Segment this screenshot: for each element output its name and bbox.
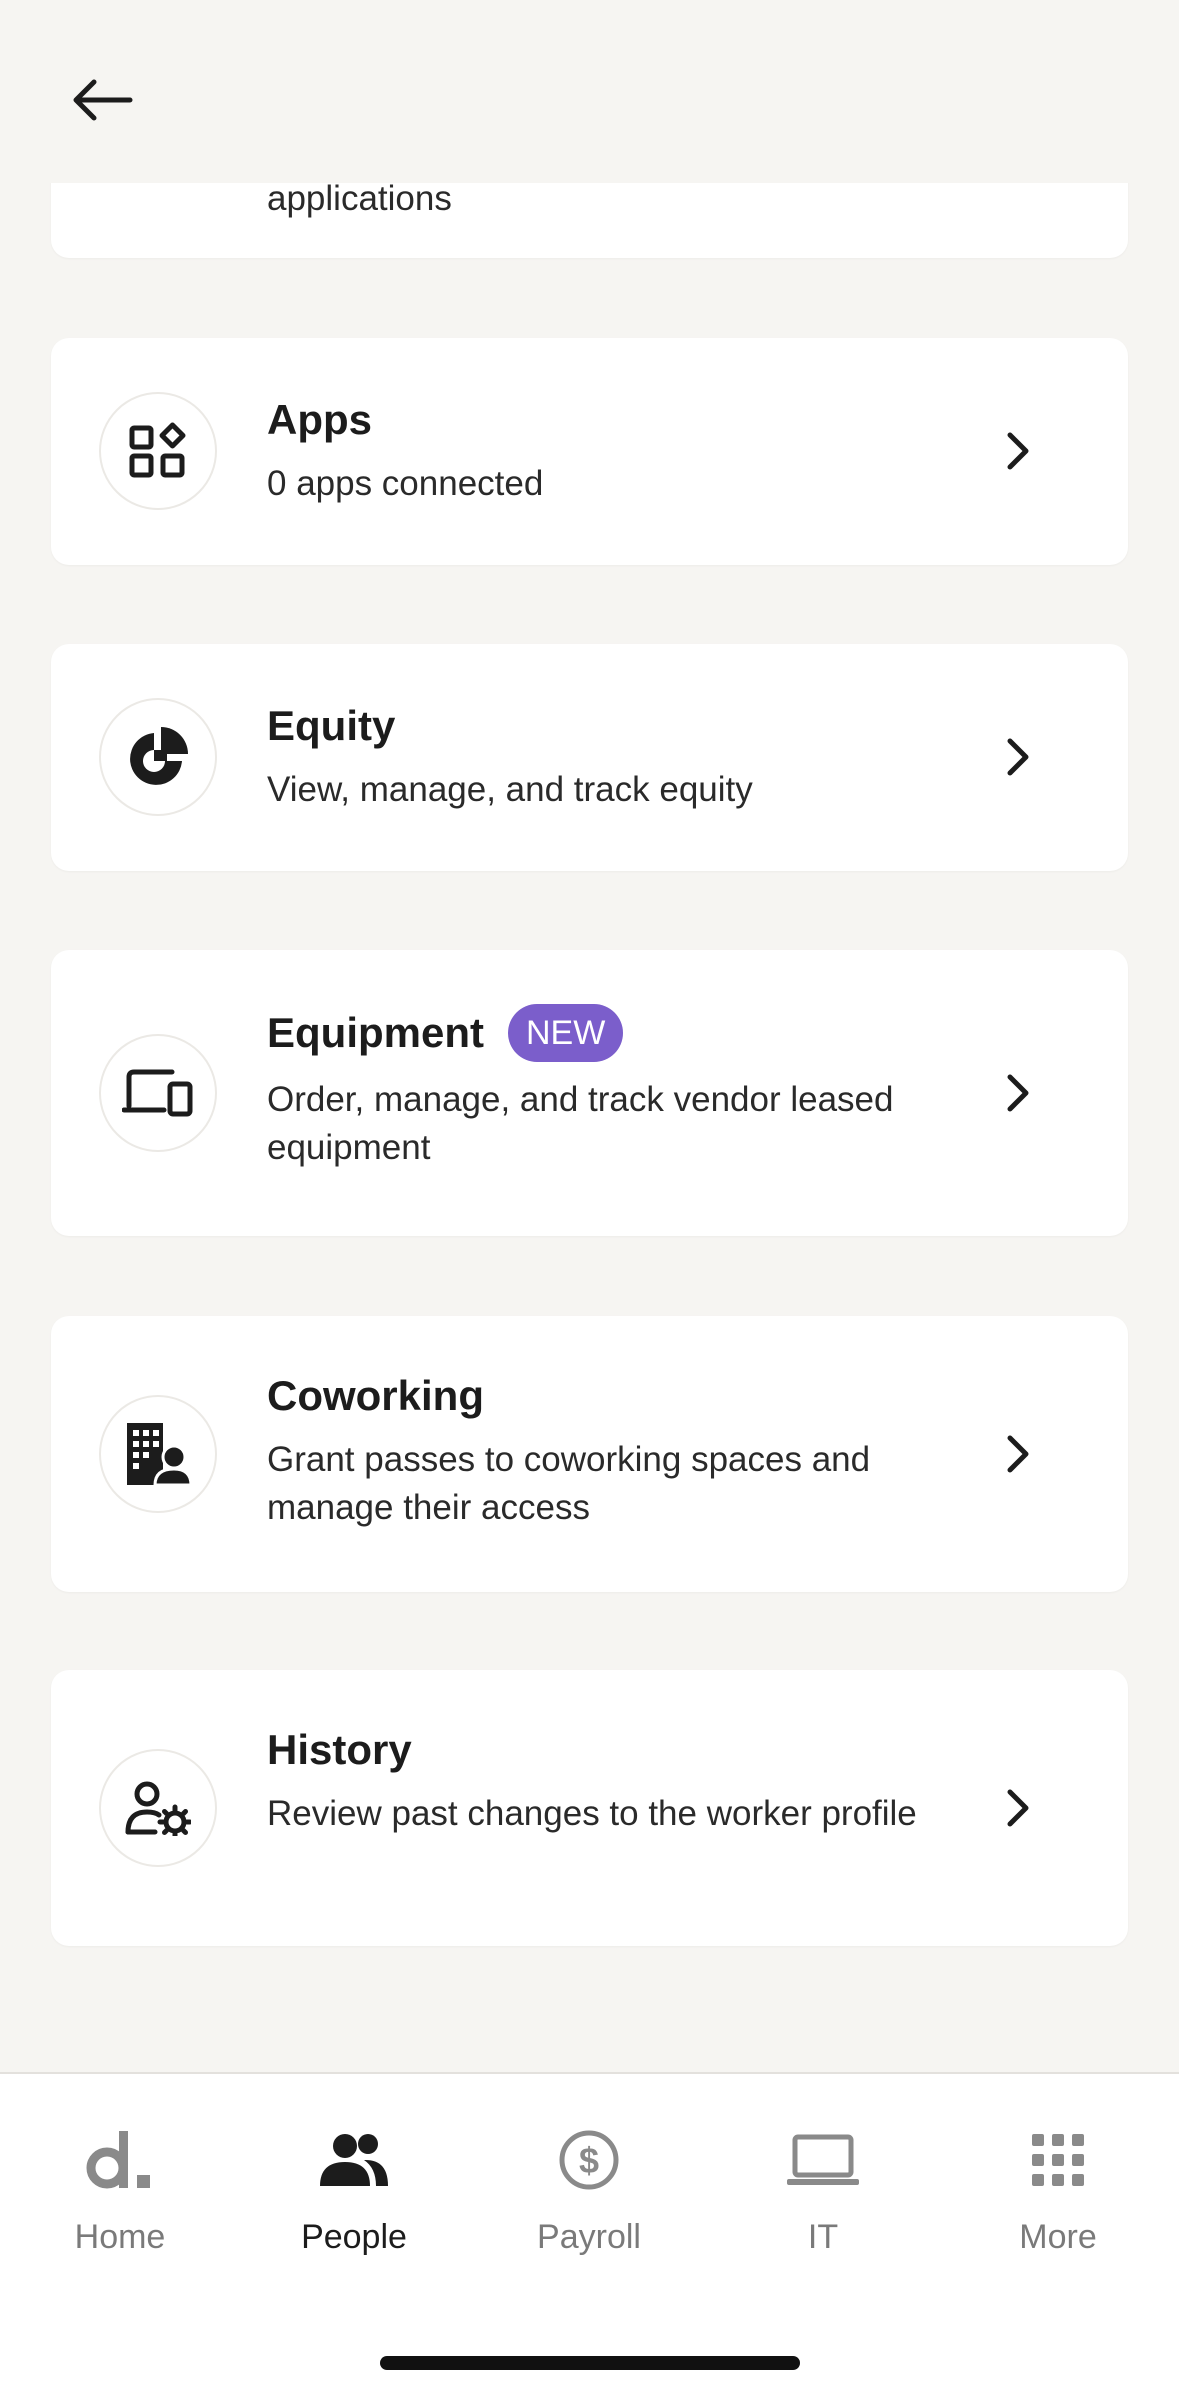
devices-icon [122,1069,193,1117]
history-subtitle: Review past changes to the worker profil… [267,1794,917,1833]
laptop-icon [787,2134,859,2185]
equipment-icon-wrap [99,1034,217,1152]
coworking-title: Coworking [267,1372,484,1419]
tab-payroll-label: Payroll [537,2218,641,2256]
equity-card[interactable]: Equity View, manage, and track equity [51,644,1128,871]
coworking-subtitle: Grant passes to coworking spaces and man… [267,1440,871,1527]
tab-more-label: More [1019,2218,1097,2256]
apps-icon-wrap [99,392,217,510]
tab-it-label: IT [807,2218,839,2256]
history-icon-wrap [99,1749,217,1867]
apps-title: Apps [267,396,372,443]
coworking-icon-wrap [99,1395,217,1513]
equipment-card[interactable]: Equipment NEW Order, manage, and track v… [51,950,1128,1236]
tab-home[interactable]: Home [20,2124,220,2274]
tab-people[interactable]: People [254,2124,454,2274]
tab-people-label: People [301,2218,407,2256]
tab-more[interactable]: More [958,2124,1158,2274]
coworking-card[interactable]: Coworking Grant passes to coworking spac… [51,1316,1128,1592]
people-icon [320,2134,388,2186]
chevron-right-icon [998,431,1038,471]
apps-icon [129,422,186,478]
equity-title: Equity [267,702,396,749]
back-button[interactable] [70,68,150,132]
history-title: History [267,1726,412,1773]
home-indicator[interactable] [380,2356,800,2370]
chevron-right-icon [998,1073,1038,1113]
chevron-right-icon [998,737,1038,777]
dollar-circle-icon: $ [559,2130,619,2190]
partial-card[interactable]: applications [51,183,1128,258]
grid-icon [1032,2134,1084,2186]
new-badge: NEW [508,1004,624,1062]
apps-subtitle: 0 apps connected [267,464,544,503]
equity-icon-wrap [99,698,217,816]
arrow-left-icon [73,79,133,121]
settings-list[interactable]: applications Apps 0 apps connected Equit… [0,183,1179,2073]
history-card[interactable]: History Review past changes to the worke… [51,1670,1128,1946]
equipment-subtitle: Order, manage, and track vendor leased e… [267,1080,894,1167]
pie-chart-icon [130,727,188,785]
partial-card-subtitle: applications [267,183,452,218]
chevron-right-icon [998,1434,1038,1474]
chevron-right-icon [998,1788,1038,1828]
deel-logo-icon [86,2131,150,2189]
apps-card[interactable]: Apps 0 apps connected [51,338,1128,565]
building-person-icon [127,1423,191,1487]
tab-payroll[interactable]: $ Payroll [489,2124,689,2274]
equipment-title: Equipment [267,1009,484,1056]
equity-subtitle: View, manage, and track equity [267,770,753,809]
tab-home-label: Home [74,2218,166,2256]
tab-it[interactable]: IT [723,2124,923,2274]
svg-text:$: $ [579,2140,599,2181]
bottom-tab-bar: Home People $ Payroll IT More [0,2072,1179,2396]
person-gear-icon [125,1781,191,1836]
